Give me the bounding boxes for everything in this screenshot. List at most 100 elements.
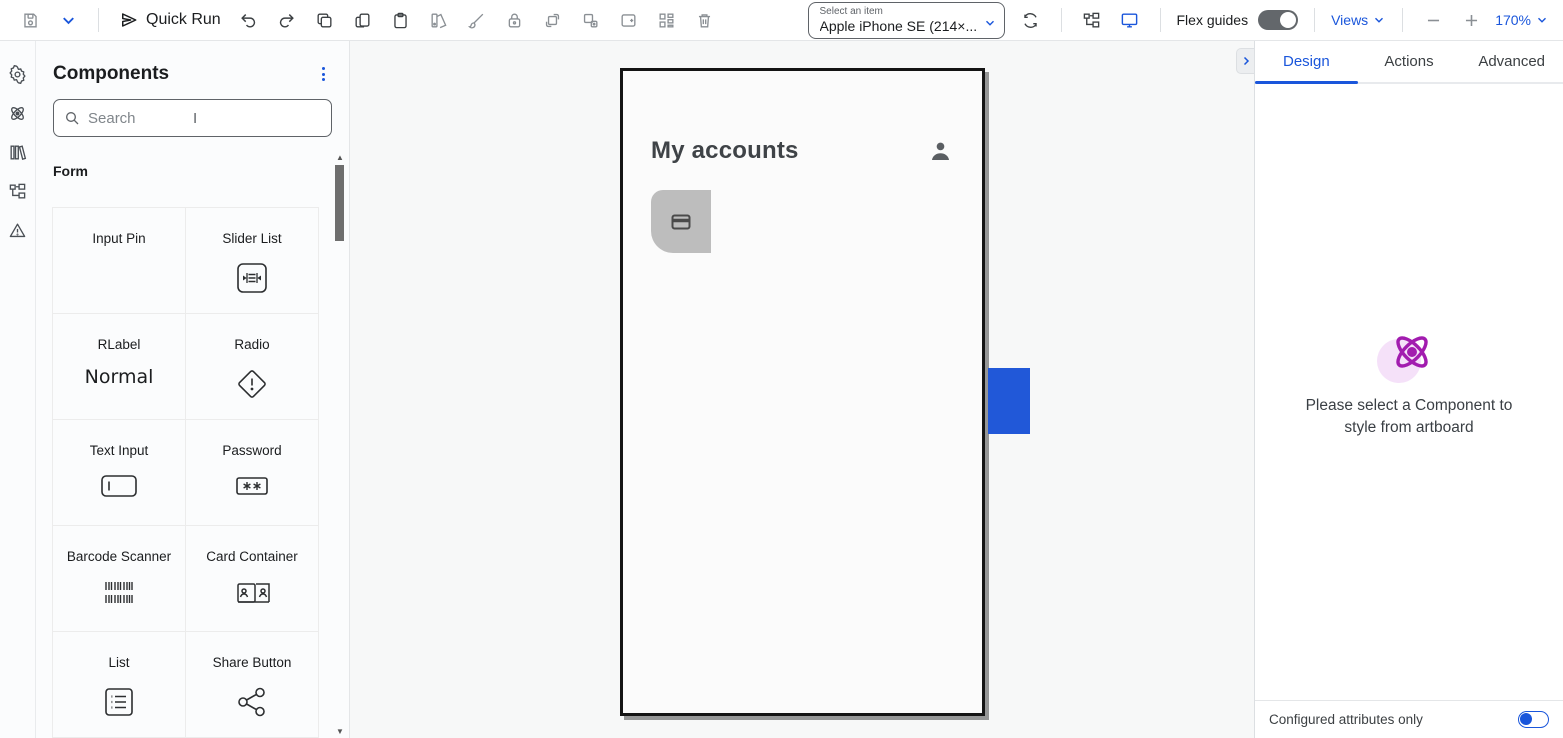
flex-guides-toggle[interactable] xyxy=(1258,10,1298,30)
top-toolbar: Quick Run xyxy=(0,0,1563,41)
component-cell-input-pin[interactable]: Input Pin xyxy=(52,207,186,314)
lock-icon[interactable] xyxy=(501,6,529,34)
duplicate-icon[interactable] xyxy=(349,6,377,34)
component-cell-password[interactable]: Password xyxy=(185,419,319,526)
chevron-down-icon xyxy=(983,16,997,30)
bring-forward-icon[interactable] xyxy=(539,6,567,34)
right-panel-footer: Configured attributes only xyxy=(1255,700,1563,738)
chevron-down-icon xyxy=(1372,13,1386,27)
toolbar-divider xyxy=(98,8,99,32)
left-rail xyxy=(0,41,36,738)
paste-icon[interactable] xyxy=(387,6,415,34)
artboard-phone[interactable]: My accounts xyxy=(620,68,985,716)
right-panel-tabs: Design Actions Advanced xyxy=(1255,41,1563,84)
toggle-knob xyxy=(1280,12,1296,28)
component-label: Radio xyxy=(234,337,269,352)
views-label: Views xyxy=(1331,12,1368,28)
redo-icon[interactable] xyxy=(273,6,301,34)
tab-actions[interactable]: Actions xyxy=(1358,41,1461,82)
components-atom-icon[interactable] xyxy=(7,102,29,124)
empty-state-message: Please select a Component to style from … xyxy=(1303,395,1515,439)
configured-attributes-toggle[interactable] xyxy=(1518,711,1549,728)
scroll-down-icon[interactable]: ▼ xyxy=(334,727,346,736)
search-input[interactable] xyxy=(88,110,345,127)
device-select-label: Select an item xyxy=(820,6,996,18)
component-cell-radio[interactable]: Radio xyxy=(185,313,319,420)
chevron-down-icon xyxy=(1535,13,1549,27)
undo-icon[interactable] xyxy=(235,6,263,34)
right-panel: Design Actions Advanced Please select a … xyxy=(1254,41,1563,738)
person-icon[interactable] xyxy=(927,138,954,165)
component-cell-slider-list[interactable]: Slider List xyxy=(185,207,319,314)
component-label: Text Input xyxy=(90,443,149,458)
toolbar-divider xyxy=(1314,8,1315,32)
component-cell-text-input[interactable]: Text Input xyxy=(52,419,186,526)
send-backward-icon[interactable] xyxy=(577,6,605,34)
panel-scrollbar[interactable]: ▲ ▼ xyxy=(334,153,346,738)
components-grid: Input Pin Slider List RLabel Normal Radi… xyxy=(53,208,319,738)
component-label: Slider List xyxy=(222,231,281,246)
password-icon xyxy=(232,472,272,500)
brush-icon[interactable] xyxy=(463,6,491,34)
rlabel-preview: Normal xyxy=(85,366,154,388)
add-frame-icon[interactable] xyxy=(615,6,643,34)
empty-state: Please select a Component to style from … xyxy=(1255,329,1563,439)
atom-icon xyxy=(1389,329,1435,375)
component-label: List xyxy=(108,655,129,670)
credit-card-icon xyxy=(669,210,693,234)
copy-icon[interactable] xyxy=(311,6,339,34)
zoom-in-icon[interactable] xyxy=(1457,6,1485,34)
scroll-up-icon[interactable]: ▲ xyxy=(334,153,346,162)
search-icon xyxy=(64,110,80,126)
text-input-icon xyxy=(99,472,139,500)
artboard-blue-box[interactable] xyxy=(988,368,1030,434)
share-icon xyxy=(234,684,270,720)
toggle-knob xyxy=(1520,713,1532,725)
panel-expand-button[interactable] xyxy=(1236,48,1254,74)
component-label: Input Pin xyxy=(92,231,145,246)
device-select-value: Apple iPhone SE (214×... xyxy=(820,18,988,34)
component-cell-rlabel[interactable]: RLabel Normal xyxy=(52,313,186,420)
component-cell-barcode-scanner[interactable]: Barcode Scanner xyxy=(52,525,186,632)
zoom-level-value: 170% xyxy=(1495,12,1531,28)
component-label: RLabel xyxy=(98,337,141,352)
component-cell-list[interactable]: List xyxy=(52,631,186,738)
components-search[interactable]: I xyxy=(53,99,332,137)
views-dropdown[interactable]: Views xyxy=(1331,12,1386,28)
section-label-form: Form xyxy=(53,163,349,179)
configured-attributes-label: Configured attributes only xyxy=(1269,712,1423,727)
artboard-title: My accounts xyxy=(651,137,799,165)
refresh-icon[interactable] xyxy=(1017,6,1045,34)
account-card[interactable] xyxy=(651,190,711,253)
slider-list-icon xyxy=(234,260,270,296)
screen-view-icon[interactable] xyxy=(1116,6,1144,34)
layout-grid-icon[interactable] xyxy=(653,6,681,34)
zoom-level-dropdown[interactable]: 170% xyxy=(1495,12,1549,28)
device-select[interactable]: Select an item Apple iPhone SE (214×... xyxy=(808,2,1005,39)
zoom-out-icon[interactable] xyxy=(1419,6,1447,34)
tree-view-icon[interactable] xyxy=(1078,6,1106,34)
hierarchy-icon[interactable] xyxy=(7,180,29,202)
library-icon[interactable] xyxy=(7,141,29,163)
component-label: Card Container xyxy=(206,549,298,564)
components-panel-title: Components xyxy=(53,63,169,85)
theme-swatch-icon[interactable] xyxy=(425,6,453,34)
chevron-right-icon xyxy=(1240,55,1252,67)
tab-advanced[interactable]: Advanced xyxy=(1460,41,1563,82)
component-cell-card-container[interactable]: Card Container xyxy=(185,525,319,632)
scrollbar-thumb[interactable] xyxy=(335,165,344,241)
active-tab-indicator xyxy=(1255,81,1358,84)
warnings-icon[interactable] xyxy=(7,219,29,241)
tab-design[interactable]: Design xyxy=(1255,41,1358,82)
save-options-chevron-icon[interactable] xyxy=(54,6,82,34)
quick-run-button[interactable]: Quick Run xyxy=(119,10,221,30)
component-cell-share-button[interactable]: Share Button xyxy=(185,631,319,738)
save-icon[interactable] xyxy=(16,6,44,34)
toolbar-divider xyxy=(1061,8,1062,32)
trash-icon[interactable] xyxy=(691,6,719,34)
flex-guides-label: Flex guides xyxy=(1177,12,1249,28)
panel-menu-kebab-icon[interactable] xyxy=(316,63,331,85)
canvas[interactable]: My accounts xyxy=(350,41,1254,738)
settings-icon[interactable] xyxy=(7,63,29,85)
component-label: Barcode Scanner xyxy=(67,549,171,564)
